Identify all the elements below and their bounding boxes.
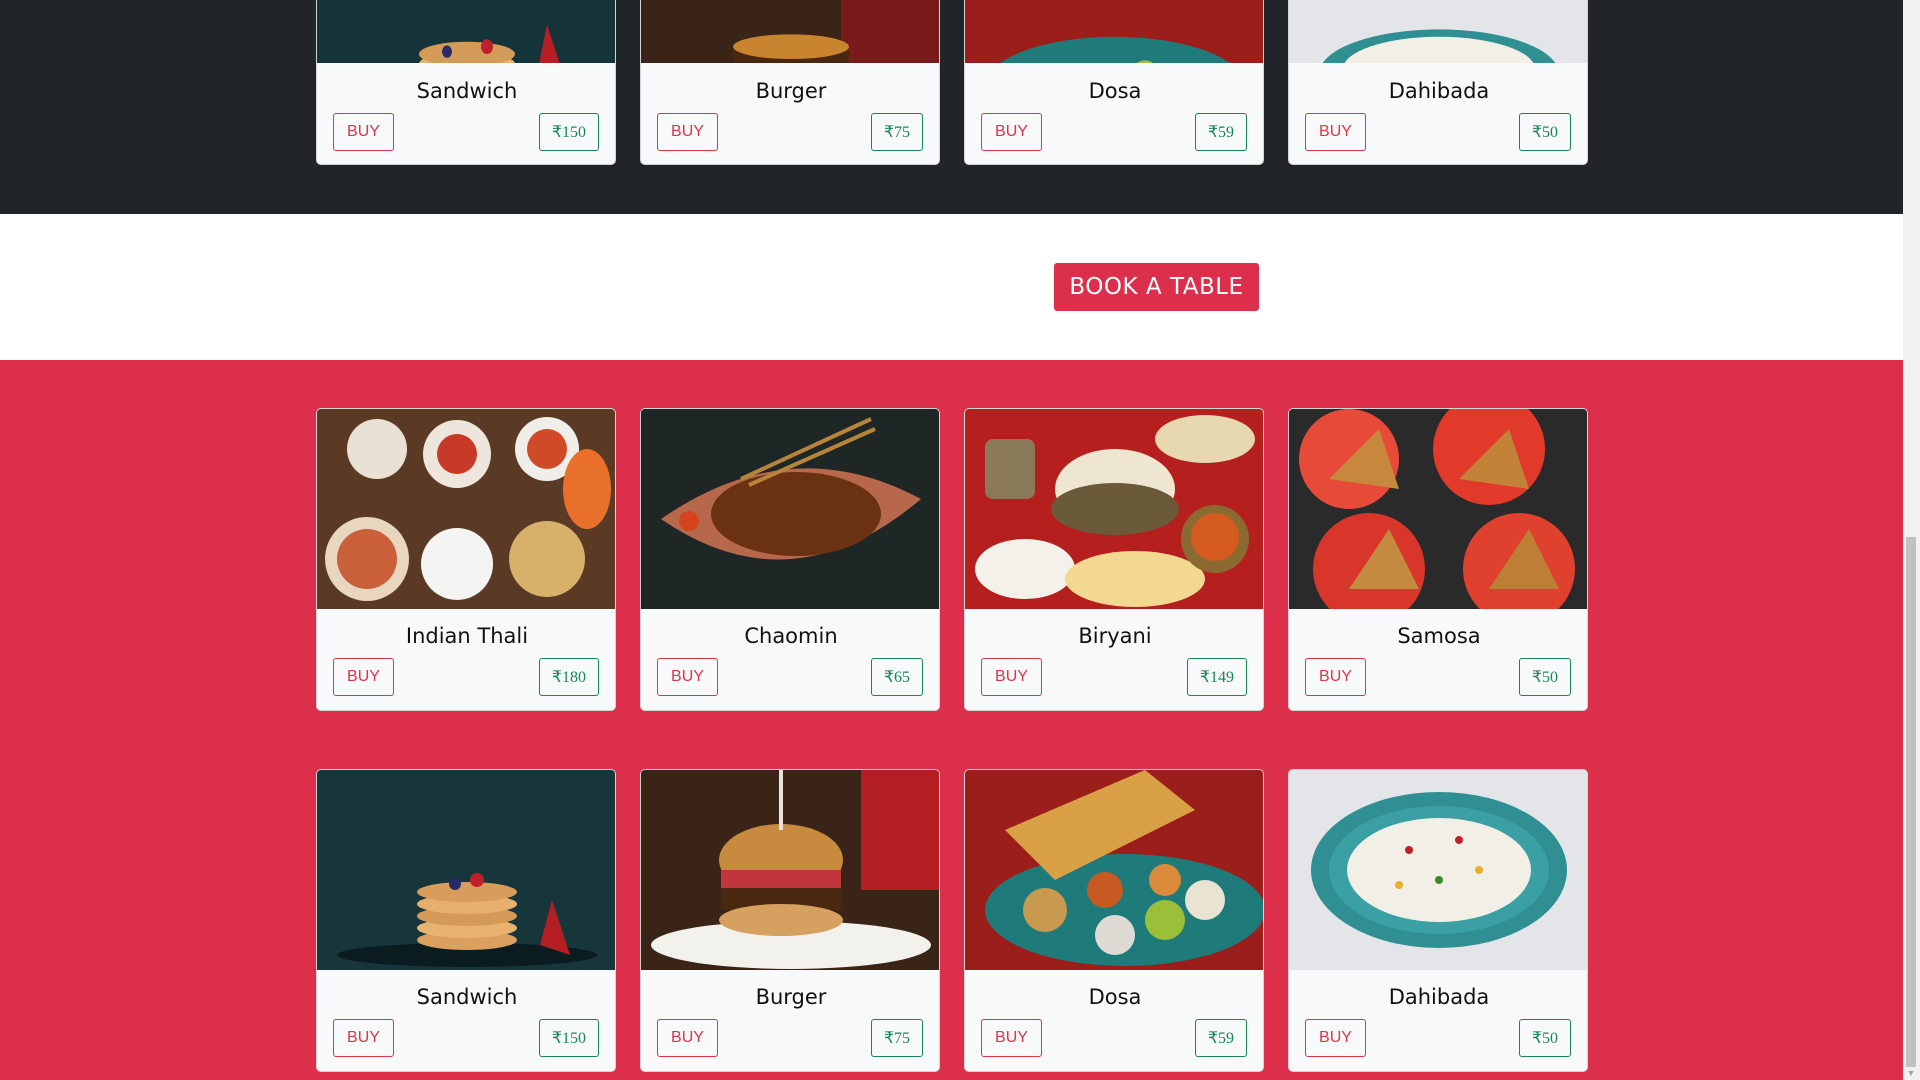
food-card: Burger BUY ₹75: [640, 0, 940, 165]
buy-button[interactable]: BUY: [333, 658, 394, 696]
page-viewport: Sandwich BUY ₹150 Burger BUY ₹75 Dosa BU…: [0, 0, 1903, 1080]
food-image-burger: [641, 0, 939, 63]
food-card: Sandwich BUY ₹150: [316, 0, 616, 165]
food-card: Dosa BUY ₹59: [964, 0, 1264, 165]
food-card: Chaomin BUY ₹65: [640, 408, 940, 711]
scroll-down-arrow-icon[interactable]: ▼: [1906, 1068, 1916, 1078]
food-title: Sandwich: [416, 985, 518, 1009]
food-title: Dosa: [1088, 985, 1142, 1009]
book-a-table-button[interactable]: BOOK A TABLE: [1054, 263, 1259, 311]
food-title: Biryani: [1078, 624, 1152, 648]
food-card: Dosa BUY ₹59: [964, 769, 1264, 1072]
food-card: Biryani BUY ₹149: [964, 408, 1264, 711]
price-button[interactable]: ₹150: [538, 113, 599, 151]
price-button[interactable]: ₹180: [538, 658, 599, 696]
buy-button[interactable]: BUY: [333, 113, 394, 151]
food-title: Indian Thali: [405, 624, 529, 648]
price-button[interactable]: ₹75: [870, 1019, 923, 1057]
food-image-chaomin: [641, 409, 939, 609]
food-title: Sandwich: [416, 79, 518, 103]
price-button[interactable]: ₹50: [1518, 658, 1571, 696]
food-image-dahibada: [1289, 770, 1587, 970]
food-title: Chaomin: [744, 624, 838, 648]
food-title: Burger: [755, 985, 827, 1009]
scrollbar-thumb[interactable]: [1906, 537, 1916, 1067]
food-image-dosa: [965, 770, 1263, 970]
buy-button[interactable]: BUY: [333, 1019, 394, 1057]
food-card: Burger BUY ₹75: [640, 769, 940, 1072]
food-image-indian-thali: [317, 409, 615, 609]
food-image-sandwich: [317, 770, 615, 970]
food-card: Indian Thali BUY ₹180: [316, 408, 616, 711]
price-button[interactable]: ₹75: [870, 113, 923, 151]
menu-section-dark: Sandwich BUY ₹150 Burger BUY ₹75 Dosa BU…: [0, 0, 1903, 214]
buy-button[interactable]: BUY: [1305, 658, 1366, 696]
food-card: Dahibada BUY ₹50: [1288, 0, 1588, 165]
food-image-sandwich: [317, 0, 615, 63]
price-button[interactable]: ₹150: [538, 1019, 599, 1057]
buy-button[interactable]: BUY: [657, 113, 718, 151]
food-image-samosa: [1289, 409, 1587, 609]
buy-button[interactable]: BUY: [981, 1019, 1042, 1057]
buy-button[interactable]: BUY: [981, 658, 1042, 696]
food-image-dahibada: [1289, 0, 1587, 63]
price-button[interactable]: ₹149: [1186, 658, 1247, 696]
buy-button[interactable]: BUY: [981, 113, 1042, 151]
food-card: Samosa BUY ₹50: [1288, 408, 1588, 711]
food-title: Samosa: [1397, 624, 1481, 648]
price-button[interactable]: ₹59: [1194, 1019, 1247, 1057]
price-button[interactable]: ₹59: [1194, 113, 1247, 151]
food-title: Burger: [755, 79, 827, 103]
food-title: Dahibada: [1388, 985, 1490, 1009]
book-table-section: [0, 214, 1903, 360]
price-button[interactable]: ₹50: [1518, 113, 1571, 151]
food-image-biryani: [965, 409, 1263, 609]
food-card: Dahibada BUY ₹50: [1288, 769, 1588, 1072]
buy-button[interactable]: BUY: [657, 658, 718, 696]
buy-button[interactable]: BUY: [657, 1019, 718, 1057]
food-title: Dahibada: [1388, 79, 1490, 103]
buy-button[interactable]: BUY: [1305, 113, 1366, 151]
price-button[interactable]: ₹50: [1518, 1019, 1571, 1057]
menu-section-red: [0, 360, 1903, 1080]
food-card: Sandwich BUY ₹150: [316, 769, 616, 1072]
food-title: Dosa: [1088, 79, 1142, 103]
price-button[interactable]: ₹65: [870, 658, 923, 696]
food-image-burger: [641, 770, 939, 970]
food-image-dosa: [965, 0, 1263, 63]
buy-button[interactable]: BUY: [1305, 1019, 1366, 1057]
